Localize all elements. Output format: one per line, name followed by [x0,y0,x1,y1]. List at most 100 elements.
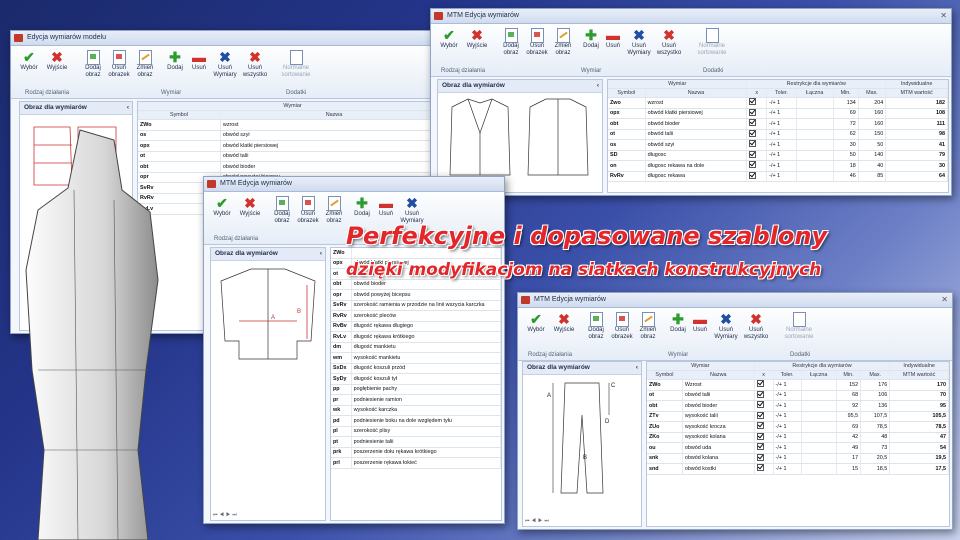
normalne-sortowanie-button[interactable]: Normalne sortowanie [695,27,729,57]
table-cell[interactable]: 108 [885,108,948,119]
table-cell[interactable]: SD [608,150,646,161]
table-cell[interactable]: długość koszuli przód [351,363,502,374]
table-cell[interactable]: 150 [858,129,887,140]
table-cell[interactable]: -/+ 1 [766,97,797,109]
record-navigator[interactable]: ⏮◀▶⏭ [525,518,551,524]
table-cell[interactable]: -/+ 1 [766,171,797,182]
table-row[interactable]: obt obwód bioder -/+ 1 92 136 95 [647,400,949,412]
table-cell[interactable]: wzrost [645,97,748,109]
table-cell[interactable]: pl [331,426,352,437]
table-row[interactable]: wk wysokość karczka [331,405,502,416]
table-cell[interactable]: wzrost [220,119,449,131]
wybor-button[interactable]: ✔ Wybór [435,27,463,50]
table-row[interactable]: prk poszerzenie dołu rękawa krótkiego [331,447,502,458]
chevron-left-icon[interactable]: ‹ [127,102,129,114]
checkbox[interactable] [746,118,768,130]
table-cell[interactable]: 160 [858,118,887,130]
table-cell[interactable]: szerokość plisy [351,426,502,437]
table-cell[interactable]: 69 [836,421,862,433]
table-cell[interactable]: dm [331,342,352,353]
close-icon[interactable]: ✕ [940,9,947,23]
table-row[interactable]: RvLv długość rękawa krótkiego [331,331,502,343]
table-cell[interactable]: 134 [833,97,859,109]
table-cell[interactable]: 30 [885,160,948,172]
checkbox[interactable] [754,421,774,433]
table-cell[interactable]: wysokość karczka [351,405,502,416]
table-cell[interactable]: Wzrost [682,379,755,391]
table-row[interactable]: pt podniesienie talii [331,436,502,448]
table-cell[interactable]: SyDy [331,373,352,385]
table-row[interactable]: on długosc rekawa na dole -/+ 1 18 40 30 [608,160,948,172]
table-cell[interactable]: -/+ 1 [773,453,802,464]
table-cell[interactable] [801,421,837,433]
wybor-button[interactable]: ✔ Wybór [208,195,236,218]
table-cell[interactable]: -/+ 1 [773,442,802,454]
table-cell[interactable]: SvRv [331,300,352,311]
table-row[interactable]: SvRv szerokość ramienia w przodzie na lin… [331,300,502,311]
checkbox[interactable] [754,432,774,443]
table-cell[interactable]: os [608,139,646,151]
wyjscie-button[interactable]: ✖ Wyjście [43,49,71,72]
table-cell[interactable]: pd [331,415,352,427]
table-cell[interactable]: 17 [836,453,862,464]
table-cell[interactable]: obwód bioder [220,161,449,173]
table-row[interactable]: obt obwód bioder [331,279,502,290]
usun-wymiary-button[interactable]: ✖ Usuń Wymiary [211,49,239,79]
table-cell[interactable]: wysokość kolana [682,432,755,443]
table-cell[interactable]: 50 [858,139,887,151]
table-row[interactable]: RvBv długość rękawa długiego [331,321,502,332]
table-row[interactable]: snd obwód kostki -/+ 1 15 18,5 17,5 [647,463,949,475]
table-cell[interactable]: szerokość ramienia w przodzie na linii w… [351,300,502,311]
table-row[interactable]: obt obwód bioder [138,161,449,173]
table-cell[interactable]: 170 [889,379,949,391]
table-cell[interactable]: 72 [833,118,859,130]
usun-button[interactable]: ▬ Usuń [599,27,627,50]
table-cell[interactable]: 30 [833,139,859,151]
table-row[interactable]: ot obwód talii -/+ 1 62 150 98 [608,129,948,140]
table-cell[interactable]: 105,5 [889,411,949,422]
table-cell[interactable]: 92 [836,400,862,412]
table-cell[interactable]: szerokość pleców [351,310,502,322]
table-cell[interactable]: 70 [889,390,949,401]
table-cell[interactable]: obwód talii [220,151,449,162]
table-cell[interactable]: ZTv [647,411,683,422]
table-cell[interactable]: 136 [860,400,891,412]
table-cell[interactable]: 18 [833,160,859,172]
table-cell[interactable]: RvLv [331,331,352,343]
table-cell[interactable]: prk [331,447,352,458]
table-cell[interactable]: obt [647,400,683,412]
table-cell[interactable]: -/+ 1 [773,421,802,433]
table-cell[interactable]: długosc [645,150,748,161]
table-cell[interactable]: RvRv [608,171,646,182]
table-cell[interactable]: podniesienie talii [351,436,502,448]
table-cell[interactable]: ZUo [647,421,683,433]
table-cell[interactable]: podniesienie ramion [351,394,502,406]
dodaj-obraz-button[interactable]: Dodaj obraz [497,27,525,57]
table-cell[interactable] [801,463,837,475]
table-cell[interactable]: 79 [885,150,948,161]
table-cell[interactable]: pr [331,394,352,406]
table-cell[interactable]: prl [331,457,352,469]
table-cell[interactable]: wysokość talii [682,411,755,422]
table-cell[interactable] [796,139,834,151]
table-cell[interactable]: obwód talii [682,390,755,401]
table-cell[interactable]: obwód kostki [682,463,755,475]
table-row[interactable]: RvRv szerokość pleców [331,310,502,322]
wybor-button[interactable]: ✔ Wybór [522,311,550,334]
table-row[interactable]: ou obwód uda -/+ 1 49 73 54 [647,442,949,454]
table-cell[interactable] [801,453,837,464]
table-cell[interactable]: ot [608,129,646,140]
chevron-left-icon[interactable]: ‹ [597,80,599,92]
table-cell[interactable]: -/+ 1 [773,411,802,422]
table-cell[interactable]: 64 [885,171,948,182]
table-row[interactable]: SD długosc -/+ 1 50 140 79 [608,150,948,161]
chevron-left-icon[interactable]: ‹ [636,362,638,374]
table-cell[interactable]: obt [331,279,352,290]
table-cell[interactable]: obwód bioder [351,279,502,290]
table-row[interactable]: dm długość mankietu [331,342,502,353]
normalne-sortowanie-button[interactable]: Normalne sortowanie [782,311,816,341]
table-cell[interactable]: obwód powyżej bicepsu [351,289,502,301]
table-cell[interactable] [796,97,834,109]
table-cell[interactable] [796,118,834,130]
checkbox[interactable] [754,379,774,391]
